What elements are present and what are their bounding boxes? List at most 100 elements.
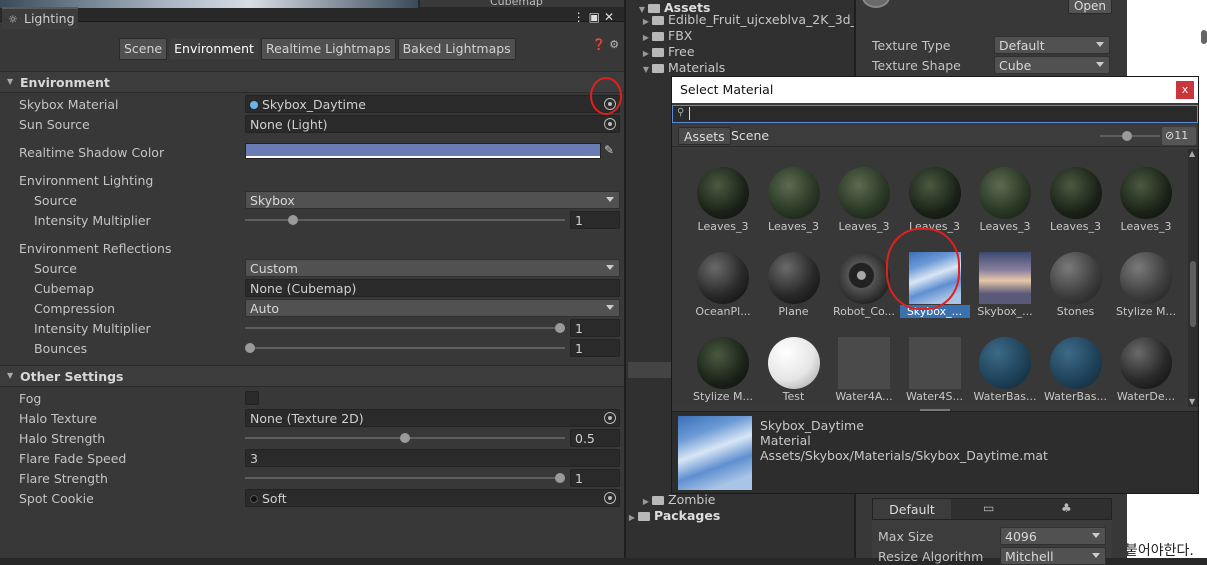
maximize-icon[interactable]: ▣ xyxy=(589,10,604,24)
material-item[interactable]: Leaves_3 xyxy=(688,157,758,241)
help-icon[interactable]: ❓ xyxy=(592,38,606,51)
tab-baked-lightmaps[interactable]: Baked Lightmaps xyxy=(397,38,516,60)
material-item[interactable]: Skybox_... xyxy=(970,242,1040,326)
material-item[interactable]: WaterDe... xyxy=(1111,327,1181,411)
material-name: Stylize M... xyxy=(693,390,753,403)
material-item[interactable]: Stylize M... xyxy=(688,327,758,411)
reflection-source-label: Source xyxy=(34,261,77,276)
project-item-edible-fruit[interactable]: ▶ Edible_Fruit_ujcxeblva_2K_3d_ms xyxy=(640,12,870,28)
reflection-intensity-input[interactable]: 1 xyxy=(570,319,620,337)
flare-strength-slider[interactable] xyxy=(245,473,565,483)
flare-strength-label: Flare Strength xyxy=(19,471,108,486)
material-item[interactable]: Leaves_3 xyxy=(1041,157,1111,241)
slider-knob[interactable] xyxy=(400,433,410,443)
material-name: Stones xyxy=(1056,305,1095,318)
search-input[interactable]: ⚲ xyxy=(672,105,1198,123)
menu-dots-icon[interactable]: ⋮ xyxy=(573,10,589,24)
project-item-packages[interactable]: ▶ Packages xyxy=(626,508,856,524)
material-name: Leaves_3 xyxy=(1120,220,1172,233)
tab-scene[interactable]: Scene xyxy=(119,38,168,60)
scroll-up-icon[interactable]: ▲ xyxy=(1189,149,1195,158)
close-icon[interactable]: ✕ xyxy=(604,10,618,24)
close-button[interactable]: x xyxy=(1176,81,1194,99)
slider-knob[interactable] xyxy=(245,343,255,353)
max-size-dropdown[interactable]: 4096 xyxy=(1000,527,1106,545)
eyedropper-icon[interactable]: ✎ xyxy=(604,143,614,157)
texture-type-dropdown[interactable]: Default xyxy=(994,36,1110,54)
open-button[interactable]: Open xyxy=(1068,0,1112,14)
material-item[interactable]: Water4S... xyxy=(900,327,970,411)
fog-checkbox[interactable] xyxy=(245,391,259,405)
shadow-color-swatch[interactable] xyxy=(245,143,601,159)
resize-algorithm-dropdown[interactable]: Mitchell xyxy=(1000,547,1106,565)
halo-strength-slider[interactable] xyxy=(245,433,565,443)
skybox-material-field[interactable]: Skybox_Daytime xyxy=(245,95,620,113)
compression-dropdown[interactable]: Auto xyxy=(245,299,620,317)
material-item[interactable]: Leaves_3 xyxy=(970,157,1040,241)
flare-fade-input[interactable]: 3 xyxy=(245,449,620,467)
android-icon[interactable]: ♣ xyxy=(1061,501,1072,515)
slider-knob[interactable] xyxy=(555,323,565,333)
slider-knob[interactable] xyxy=(288,215,299,225)
material-item[interactable]: Leaves_3 xyxy=(759,157,829,241)
material-item[interactable]: Plane xyxy=(759,242,829,326)
texture-shape-dropdown[interactable]: Cube xyxy=(994,56,1110,74)
project-item-label: Zombie xyxy=(668,492,716,507)
material-item[interactable]: Leaves_3 xyxy=(1111,157,1181,241)
bounces-input[interactable]: 1 xyxy=(570,339,620,357)
material-thumbnail xyxy=(767,337,820,389)
other-settings-label: Other Settings xyxy=(20,369,124,384)
env-reflections-label: Environment Reflections xyxy=(19,241,172,256)
material-item[interactable]: WaterBas... xyxy=(1041,327,1111,411)
object-picker-icon[interactable] xyxy=(604,412,616,424)
reflection-intensity-slider[interactable] xyxy=(245,323,565,333)
spot-cookie-field[interactable]: Soft xyxy=(245,489,620,507)
flare-strength-input[interactable]: 1 xyxy=(570,469,620,487)
object-picker-icon[interactable] xyxy=(604,118,616,130)
other-settings-header[interactable]: ▼ Other Settings xyxy=(0,365,624,387)
cubemap-field[interactable]: None (Cubemap) xyxy=(245,279,620,297)
lighting-tab[interactable]: ☼ Lighting xyxy=(2,7,78,29)
env-lighting-source-dropdown[interactable]: Skybox xyxy=(245,191,620,209)
project-item-materials[interactable]: ▼ Materials xyxy=(640,60,870,76)
monitor-icon[interactable]: ▭ xyxy=(983,501,994,515)
thumbnail-size-slider[interactable] xyxy=(1100,131,1160,141)
intensity-input[interactable]: 1 xyxy=(570,211,620,229)
platform-tab-default[interactable]: Default xyxy=(873,499,951,519)
grid-scrollbar[interactable]: ▲ ▼ xyxy=(1188,149,1198,407)
slider-knob[interactable] xyxy=(1122,131,1132,141)
intensity-slider[interactable] xyxy=(245,215,565,225)
reflection-source-dropdown[interactable]: Custom xyxy=(245,259,620,277)
object-picker-icon[interactable] xyxy=(604,492,616,504)
material-item[interactable]: OceanPl... xyxy=(688,242,758,326)
gear-icon[interactable]: ⚙ xyxy=(609,38,619,51)
material-item[interactable]: Test xyxy=(759,327,829,411)
visible-count: 11 xyxy=(1174,129,1189,142)
material-item[interactable]: Leaves_3 xyxy=(829,157,899,241)
project-item-zombie[interactable]: ▶ Zombie xyxy=(640,492,870,508)
scrollbar-thumb[interactable] xyxy=(1190,261,1196,327)
tab-scene[interactable]: Scene xyxy=(726,127,774,145)
slider-knob[interactable] xyxy=(555,473,565,483)
sun-source-field[interactable]: None (Light) xyxy=(245,115,620,133)
project-item-free[interactable]: ▶ Free xyxy=(640,44,870,60)
material-item[interactable]: Water4A... xyxy=(829,327,899,411)
material-name: Plane xyxy=(778,305,809,318)
material-item[interactable]: WaterBas... xyxy=(970,327,1040,411)
halo-texture-field[interactable]: None (Texture 2D) xyxy=(245,409,620,427)
material-item[interactable]: Stones xyxy=(1041,242,1111,326)
material-thumbnail xyxy=(1049,337,1102,389)
hidden-count-toggle[interactable]: ⊘11 xyxy=(1162,127,1196,145)
material-item[interactable]: Stylize M... xyxy=(1111,242,1181,326)
material-name: WaterBas... xyxy=(1043,390,1108,403)
sun-source-label: Sun Source xyxy=(19,117,90,132)
project-item-fbx[interactable]: ▶ FBX xyxy=(640,28,870,44)
tab-assets[interactable]: Assets xyxy=(678,127,731,145)
bounces-slider[interactable] xyxy=(245,343,565,353)
tab-realtime-lightmaps[interactable]: Realtime Lightmaps xyxy=(260,38,396,60)
tab-environment[interactable]: Environment xyxy=(169,38,259,60)
halo-strength-input[interactable]: 0.5 xyxy=(570,429,620,447)
halo-strength-label: Halo Strength xyxy=(19,431,106,446)
scroll-down-icon[interactable]: ▼ xyxy=(1189,397,1195,406)
environment-section-header[interactable]: ▼ Environment xyxy=(0,71,624,93)
